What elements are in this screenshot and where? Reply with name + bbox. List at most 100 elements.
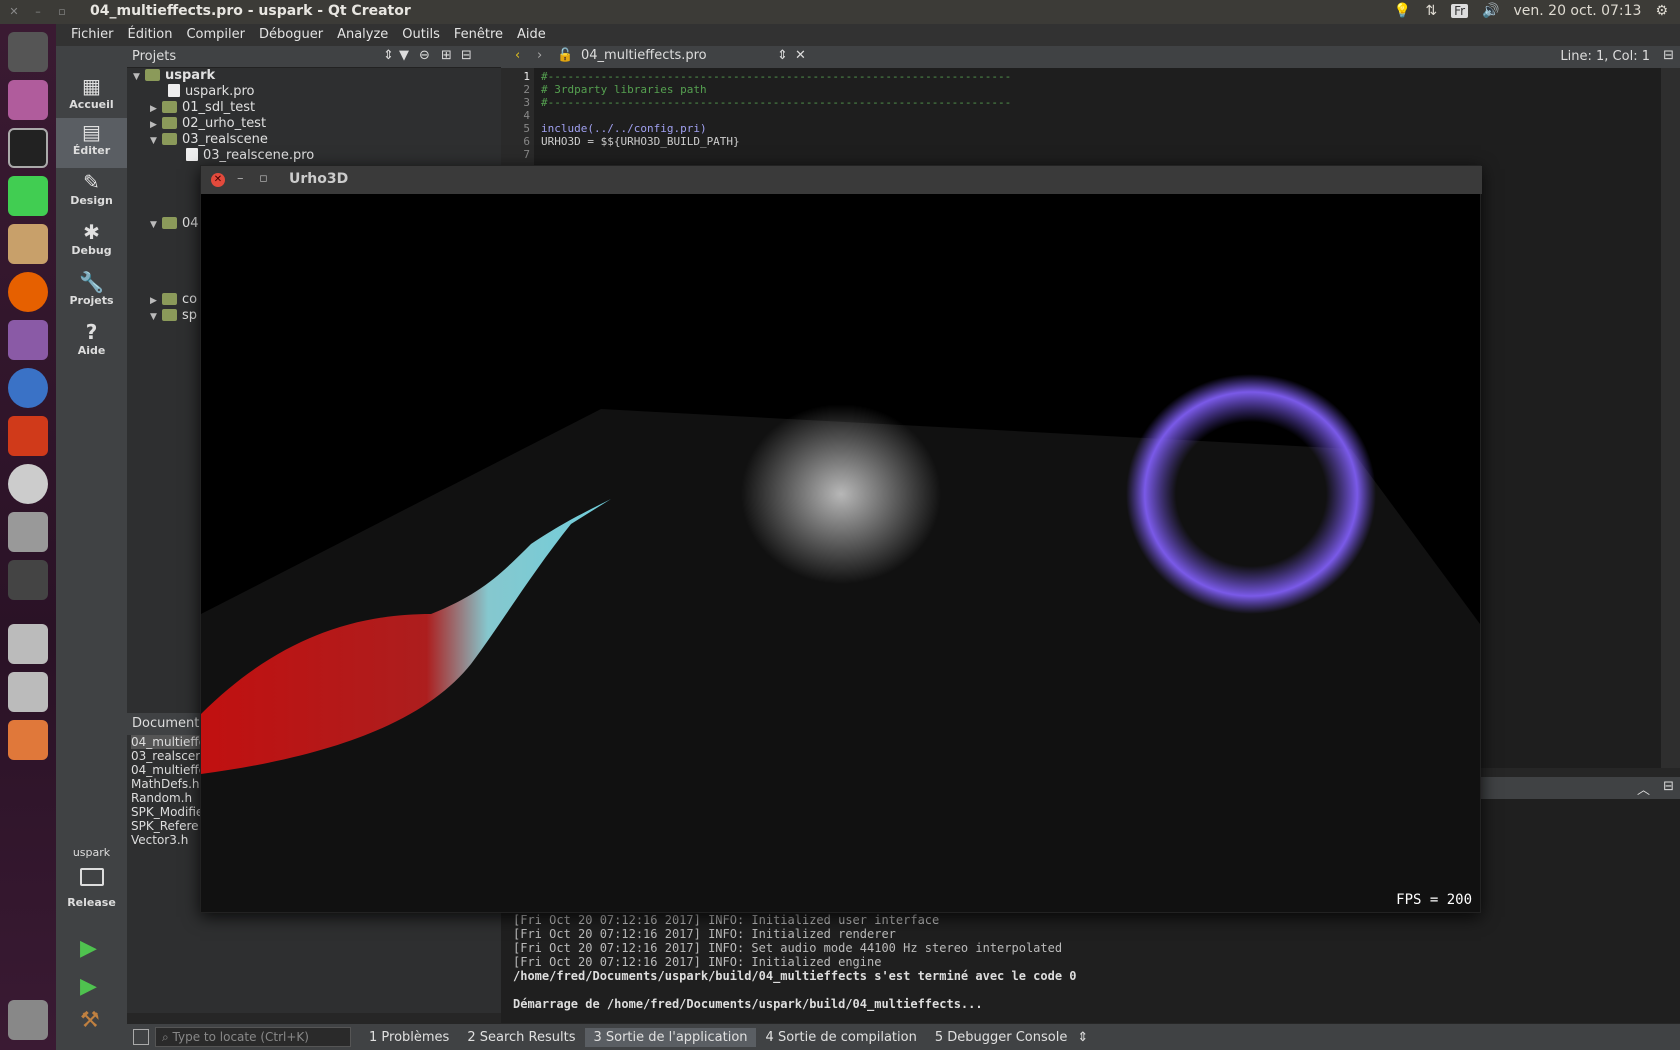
- link-icon[interactable]: ⊖: [419, 48, 430, 63]
- tab-search-results[interactable]: 2 Search Results: [459, 1028, 583, 1047]
- mode-accueil[interactable]: ▦ Accueil: [56, 72, 127, 122]
- menu-edition[interactable]: Édition: [121, 24, 180, 46]
- monitor-icon[interactable]: [80, 868, 104, 886]
- tab-debugger-console[interactable]: 5 Debugger Console: [927, 1028, 1076, 1047]
- tree-item[interactable]: ▶ 01_sdl_test: [150, 100, 255, 115]
- toggle-sidebar-icon[interactable]: [133, 1029, 149, 1045]
- close-pane-icon[interactable]: ⊟: [461, 48, 472, 63]
- menu-aide[interactable]: Aide: [510, 24, 553, 46]
- folder-icon: [162, 101, 177, 113]
- network-icon[interactable]: ⇅: [1425, 3, 1437, 19]
- folder-icon: [145, 69, 160, 81]
- wrench-icon: 🔧: [79, 270, 104, 294]
- filter-icon[interactable]: ▼: [399, 48, 409, 63]
- mode-aide[interactable]: ? Aide: [56, 318, 127, 368]
- tree-item[interactable]: ▼ 03_realscene: [150, 132, 268, 147]
- close-icon[interactable]: ✕: [8, 6, 20, 18]
- tree-item[interactable]: ▼ 04: [150, 216, 199, 231]
- maximize-icon[interactable]: ▫: [56, 6, 68, 18]
- tab-sortie-application[interactable]: 3 Sortie de l'application: [585, 1027, 756, 1047]
- mode-editer[interactable]: ▤ Éditer: [56, 118, 127, 168]
- maximize-icon[interactable]: ▫: [259, 171, 268, 186]
- line-number: 4: [523, 109, 530, 122]
- trash-icon[interactable]: [8, 1000, 48, 1040]
- volume-icon[interactable]: 🔊: [1482, 3, 1499, 19]
- tab-sortie-compilation[interactable]: 4 Sortie de compilation: [758, 1028, 925, 1047]
- menu-fichier[interactable]: Fichier: [64, 24, 121, 46]
- menu-deboguer[interactable]: Déboguer: [252, 24, 330, 46]
- folder-icon[interactable]: [8, 720, 48, 760]
- line-number: 3: [523, 96, 530, 109]
- urho3d-window[interactable]: ✕ – ▫ Urho3D FPS = 200: [200, 165, 1482, 913]
- qt-creator-icon[interactable]: [8, 176, 48, 216]
- tree-item[interactable]: uspark.pro: [168, 84, 255, 99]
- video-icon[interactable]: [8, 320, 48, 360]
- editor-scrollbar[interactable]: [1661, 68, 1680, 768]
- mode-design[interactable]: ✎ Design: [56, 168, 127, 218]
- tree-item[interactable]: ▶ co: [150, 292, 197, 307]
- menu-fenetre[interactable]: Fenêtre: [447, 24, 510, 46]
- pencil-icon: ✎: [83, 170, 100, 194]
- projects-pane-title[interactable]: Projets: [132, 49, 176, 64]
- split-icon[interactable]: ⊞: [441, 48, 452, 63]
- software-updater-icon[interactable]: [8, 464, 48, 504]
- lock-icon[interactable]: 🔓: [557, 48, 573, 63]
- keyboard-layout-indicator[interactable]: Fr: [1451, 4, 1469, 18]
- maximize-pane-icon[interactable]: ︿: [1637, 779, 1650, 798]
- drive-icon[interactable]: [8, 672, 48, 712]
- minimize-icon[interactable]: –: [237, 171, 244, 186]
- code-line: # 3rdparty libraries path: [541, 83, 707, 96]
- system-top-bar: ✕ – ▫ 04_multieffects.pro - uspark - Qt …: [0, 0, 1680, 24]
- kit-project[interactable]: uspark: [56, 846, 127, 859]
- workspace-icon[interactable]: [8, 80, 48, 120]
- close-pane-icon[interactable]: ⊟: [1663, 779, 1674, 794]
- lightbulb-icon[interactable]: 💡: [1394, 3, 1411, 19]
- ubuntu-dash-icon[interactable]: [8, 32, 48, 72]
- back-icon[interactable]: ‹: [515, 48, 520, 63]
- tree-item[interactable]: 03_realscene.pro: [186, 148, 314, 163]
- close-file-icon[interactable]: ✕: [795, 48, 806, 63]
- files-icon[interactable]: [8, 224, 48, 264]
- urho3d-titlebar[interactable]: ✕ – ▫ Urho3D: [201, 166, 1482, 194]
- bottom-status-bar: ⌕ Type to locate (Ctrl+K) 1 Problèmes 2 …: [127, 1024, 1680, 1050]
- drive-icon[interactable]: [8, 624, 48, 664]
- chevron-down-icon[interactable]: ⇕: [777, 48, 788, 63]
- clock[interactable]: ven. 20 oct. 07:13: [1514, 3, 1642, 19]
- kit-build[interactable]: Release: [56, 896, 127, 909]
- forward-icon[interactable]: ›: [537, 48, 542, 63]
- mode-projets[interactable]: 🔧 Projets: [56, 268, 127, 318]
- help-icon: ?: [85, 320, 98, 344]
- file-selector[interactable]: 04_multieffects.pro: [581, 48, 781, 63]
- minimize-icon[interactable]: –: [32, 6, 44, 18]
- menu-outils[interactable]: Outils: [395, 24, 447, 46]
- search-icon: ⌕: [162, 1030, 173, 1044]
- tree-item[interactable]: ▼ sp: [150, 308, 197, 323]
- menu-analyze[interactable]: Analyze: [330, 24, 395, 46]
- folder-icon: [162, 133, 177, 145]
- locator-input[interactable]: ⌕ Type to locate (Ctrl+K): [155, 1027, 351, 1047]
- help-app-icon[interactable]: [8, 512, 48, 552]
- tree-item[interactable]: ▼ uspark: [133, 68, 215, 83]
- mode-debug[interactable]: ✱ Debug: [56, 218, 127, 268]
- settings-gear-icon[interactable]: ⚙: [1655, 3, 1668, 19]
- tab-problemes[interactable]: 1 Problèmes: [361, 1028, 457, 1047]
- workspaces-icon[interactable]: [8, 560, 48, 600]
- run-icon[interactable]: ▶: [80, 936, 97, 961]
- tree-item[interactable]: ▶ 02_urho_test: [150, 116, 266, 131]
- editor-toolbar: ‹ › 🔓 04_multieffects.pro ⇕ ✕ Line: 1, C…: [501, 46, 1680, 68]
- close-icon[interactable]: ✕: [211, 173, 225, 187]
- more-tabs-icon[interactable]: ⇕: [1077, 1030, 1088, 1045]
- sort-icon[interactable]: ⇕: [383, 48, 394, 63]
- audio-app-icon[interactable]: [8, 416, 48, 456]
- menu-compiler[interactable]: Compiler: [179, 24, 252, 46]
- code-line: URHO3D = $${URHO3D_BUILD_PATH}: [541, 135, 740, 148]
- build-hammer-icon[interactable]: ⚒: [80, 1008, 100, 1033]
- terminal-icon[interactable]: [8, 128, 48, 168]
- firefox-icon[interactable]: [8, 272, 48, 312]
- blender-icon[interactable]: [8, 368, 48, 408]
- edit-icon: ▤: [82, 120, 101, 144]
- debug-run-icon[interactable]: ▶: [80, 974, 97, 999]
- folder-icon: [162, 117, 177, 129]
- split-editor-icon[interactable]: ⊟: [1663, 48, 1674, 63]
